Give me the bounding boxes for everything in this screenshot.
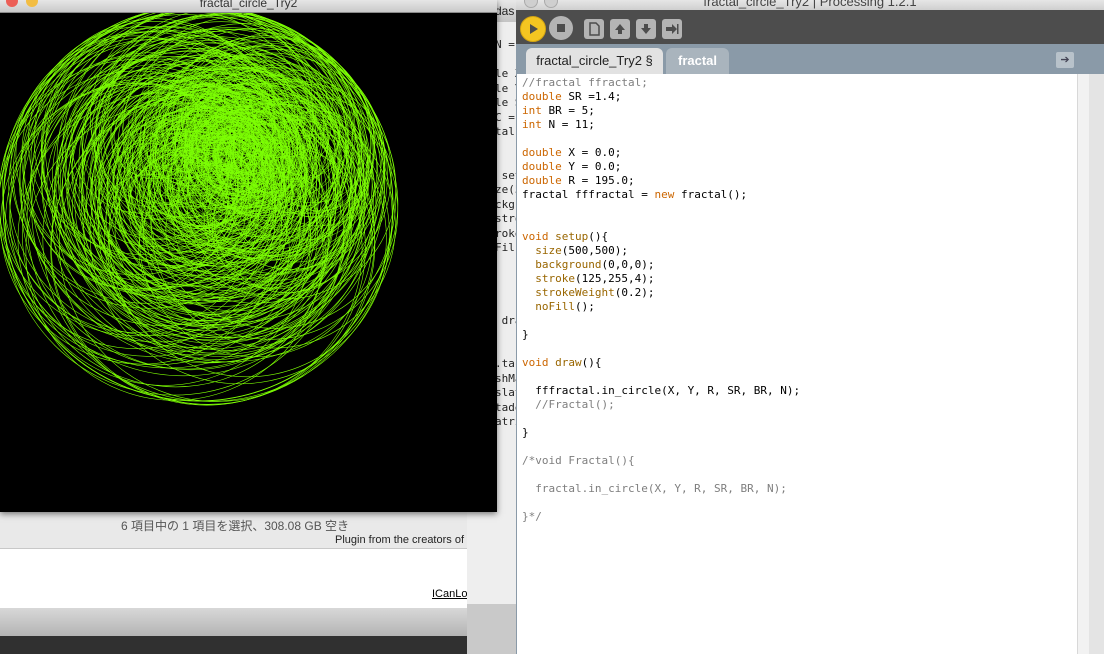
new-button[interactable] <box>584 19 604 39</box>
processing-ide-window: fractal_circle_Try2 | Processing 1.2.1 f… <box>516 0 1104 654</box>
browser-window <box>0 548 470 609</box>
fractal-circles <box>0 13 399 406</box>
ide-title: fractal_circle_Try2 | Processing 1.2.1 <box>703 0 917 9</box>
code-text[interactable]: //fractal ffractal; double SR =1.4; int … <box>522 76 800 524</box>
code-editor[interactable]: //fractal ffractal; double SR =1.4; int … <box>517 74 1077 654</box>
window-title-fragment: das <box>495 4 515 18</box>
sketch-canvas <box>0 13 399 406</box>
ide-titlebar[interactable]: fractal_circle_Try2 | Processing 1.2.1 <box>516 0 1104 10</box>
run-button[interactable] <box>520 16 546 42</box>
sketch-titlebar[interactable]: fractal_circle_Try2 <box>0 0 497 13</box>
new-icon <box>589 22 600 36</box>
browser-plugin-text: Plugin from the creators of <box>335 534 465 546</box>
tab-fractal[interactable]: fractal <box>666 48 729 74</box>
run-icon <box>530 24 538 34</box>
dock-dark-strip <box>0 636 470 654</box>
tab-fractal-circle-try2[interactable]: fractal_circle_Try2 § <box>526 48 663 74</box>
stop-button[interactable] <box>549 16 573 40</box>
sketch-title: fractal_circle_Try2 <box>199 0 298 10</box>
tab-bar: fractal_circle_Try2 § fractal ➔ <box>516 44 1104 74</box>
sketch-window: fractal_circle_Try2 <box>0 0 497 512</box>
tab-menu-arrow-icon[interactable]: ➔ <box>1056 52 1074 68</box>
console-area <box>467 604 519 654</box>
save-button[interactable] <box>636 19 656 39</box>
save-icon <box>641 24 651 34</box>
side-pane <box>1089 74 1104 654</box>
export-button[interactable] <box>662 19 682 39</box>
browser-link[interactable]: ICanLo <box>432 588 467 600</box>
ide-toolbar <box>516 10 1104 44</box>
stop-icon <box>557 24 565 32</box>
export-icon <box>666 24 679 34</box>
open-icon <box>615 24 625 34</box>
open-button[interactable] <box>610 19 630 39</box>
